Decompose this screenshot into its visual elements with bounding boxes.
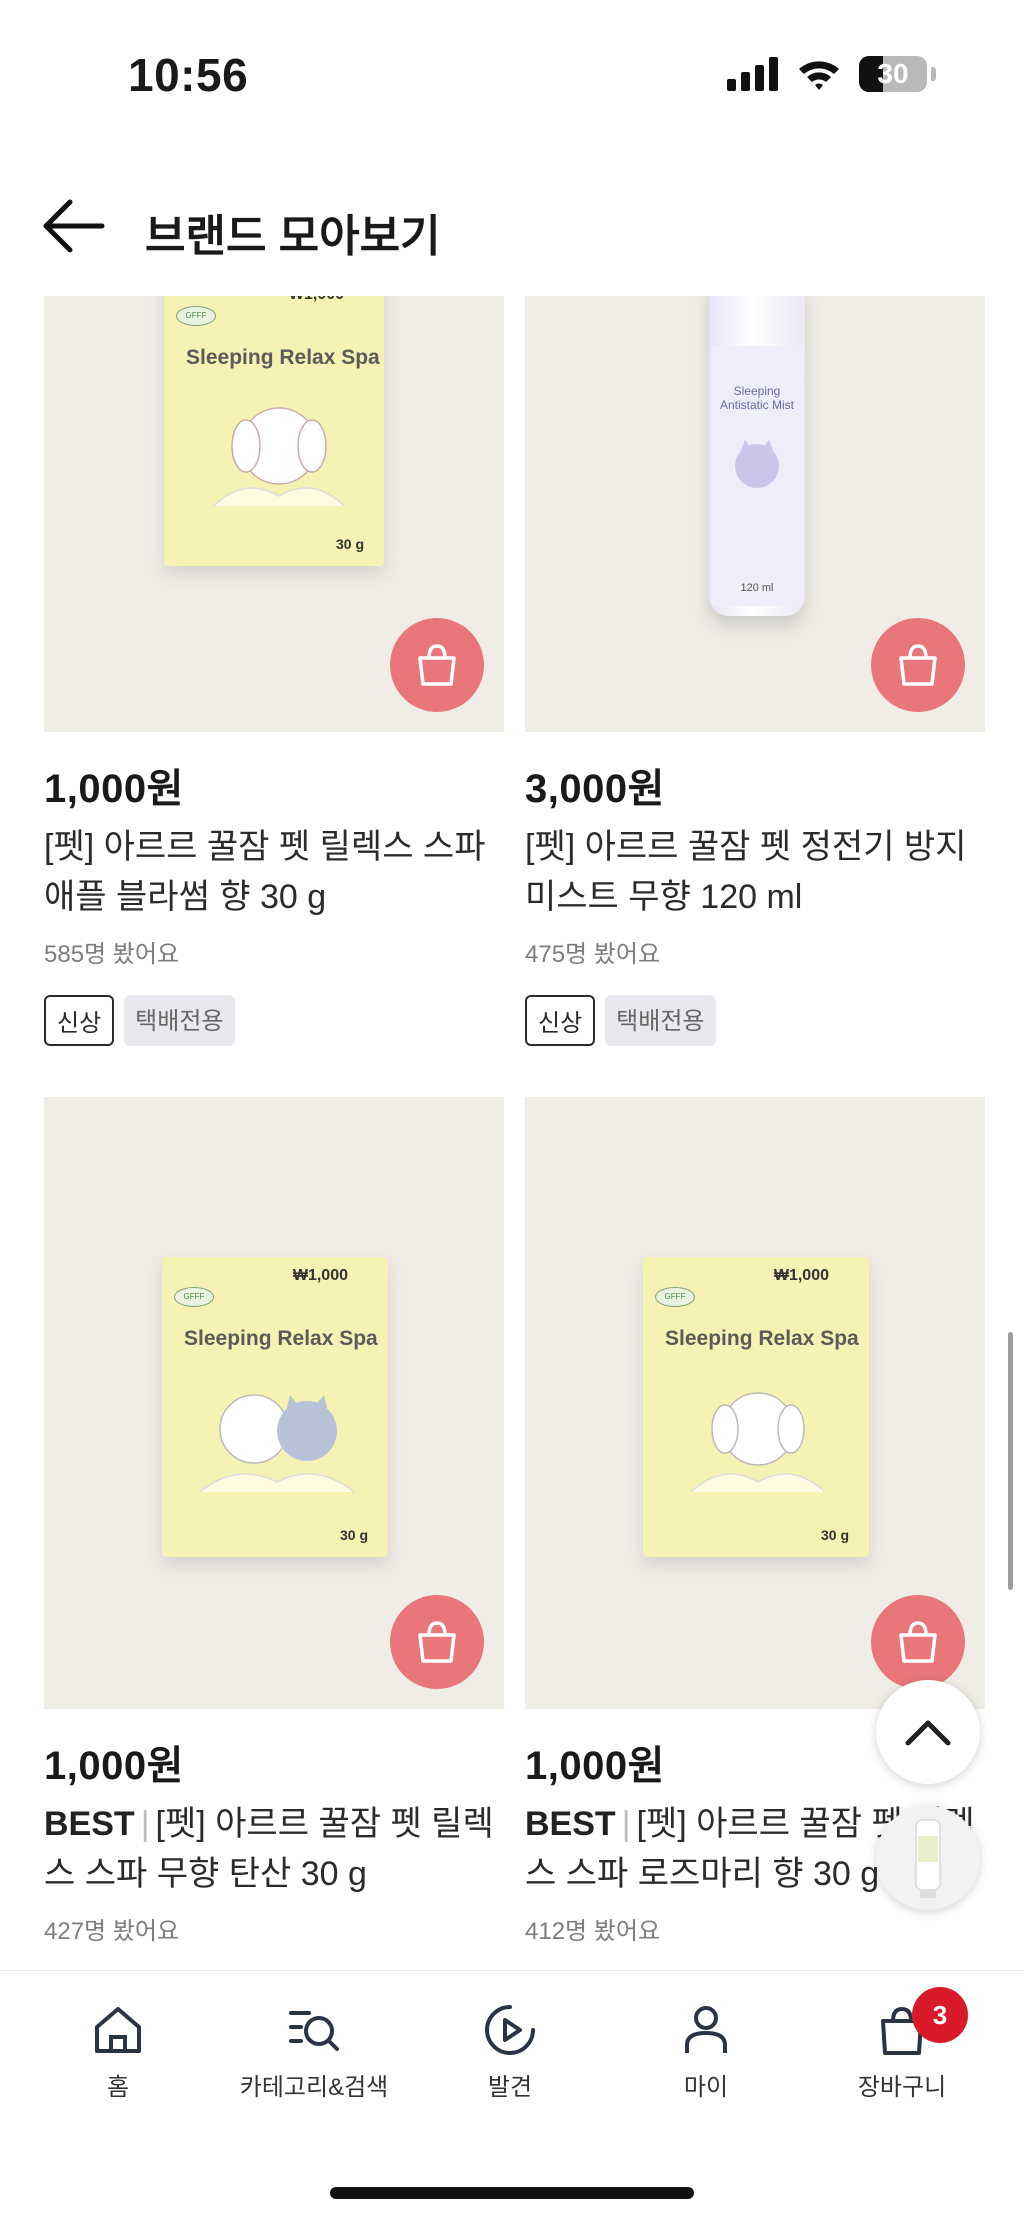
product-tags: 신상 택배전용 xyxy=(525,995,985,1046)
cart-count-badge: 3 xyxy=(912,1987,968,2043)
product-card[interactable]: ₩1,000 GFFF Sleeping Relax Spa 30 g 1,00… xyxy=(44,296,504,1046)
puppy-illustration xyxy=(213,407,345,507)
product-grid: ₩1,000 GFFF Sleeping Relax Spa 30 g 1,00… xyxy=(0,296,1024,1970)
person-icon xyxy=(685,2006,727,2053)
chevron-up-icon xyxy=(905,1720,951,1746)
cat-illustration xyxy=(735,440,779,488)
product-card[interactable]: Sleeping Antistatic Mist 120 ml 3,000원 [… xyxy=(525,296,985,1046)
view-count: 475명 봤어요 xyxy=(525,941,661,968)
tag-new: 신상 xyxy=(525,995,596,1046)
page-header: 브랜드 모아보기 xyxy=(0,150,1024,296)
battery-icon: 30 xyxy=(859,56,927,92)
nav-cart[interactable]: 장바구니 3 xyxy=(812,1987,992,2102)
shopping-bag-icon xyxy=(418,1621,456,1663)
wifi-icon xyxy=(799,61,839,90)
product-image[interactable]: ₩1,000 GFFF Sleeping Relax Spa 30 g xyxy=(44,1097,504,1709)
puppy-cat-illustration xyxy=(199,1394,355,1493)
product-bottle: Sleeping Antistatic Mist 120 ml xyxy=(709,296,805,616)
product-name[interactable]: [펫] 아르르 꿀잠 펫 정전기 방지 미스트 무향 120 ml xyxy=(525,822,985,922)
page-title: 브랜드 모아보기 xyxy=(145,212,441,261)
product-package: ₩1,000 GFFF Sleeping Relax Spa 30 g xyxy=(643,1257,869,1557)
product-price: 1,000원 xyxy=(44,1744,184,1788)
product-price: 1,000원 xyxy=(44,767,184,811)
category-search-icon xyxy=(289,2011,339,2051)
add-to-cart-button[interactable] xyxy=(871,618,965,712)
nav-home[interactable]: 홈 xyxy=(28,2001,208,2102)
play-discover-icon xyxy=(485,2005,535,2055)
tag-delivery: 택배전용 xyxy=(605,995,716,1046)
add-to-cart-button[interactable] xyxy=(390,1595,484,1689)
add-to-cart-button[interactable] xyxy=(871,1595,965,1689)
product-image[interactable]: ₩1,000 GFFF Sleeping Relax Spa 30 g xyxy=(44,296,504,732)
recent-product-thumbnail[interactable] xyxy=(876,1806,980,1910)
product-card[interactable]: ₩1,000 GFFF Sleeping Relax Spa 30 g 1,00… xyxy=(44,1097,504,1946)
status-bar: 10:56 30 xyxy=(0,0,1024,150)
view-count: 585명 봤어요 xyxy=(44,941,180,968)
product-package: ₩1,000 GFFF Sleeping Relax Spa 30 g xyxy=(162,1257,388,1557)
shopping-bag-icon xyxy=(899,1621,937,1663)
product-tags: 신상 택배전용 xyxy=(44,995,504,1046)
nav-discover[interactable]: 발견 xyxy=(420,2001,600,2102)
tag-delivery: 택배전용 xyxy=(124,995,235,1046)
battery-level: 30 xyxy=(877,58,909,89)
bottom-navigation: 홈 카테고리&검색 발견 마이 장바구니 3 xyxy=(0,1970,1024,2220)
tube-product-image xyxy=(915,1819,941,1898)
tag-new: 신상 xyxy=(44,995,115,1046)
product-name[interactable]: BEST | [펫] 아르르 꿀잠 펫 릴렉스 스파 무향 탄산 30 g xyxy=(44,1799,504,1899)
nav-category-search[interactable]: 카테고리&검색 xyxy=(224,2001,404,2102)
nav-my[interactable]: 마이 xyxy=(616,2001,796,2102)
cellular-signal-icon xyxy=(727,57,778,91)
view-count: 412명 봤어요 xyxy=(525,1918,661,1945)
scrollbar[interactable] xyxy=(1008,1332,1013,1590)
best-label: BEST xyxy=(525,1805,616,1843)
status-icons: 30 xyxy=(727,56,936,92)
product-name[interactable]: [펫] 아르르 꿀잠 펫 릴렉스 스파 애플 블라썸 향 30 g xyxy=(44,822,504,922)
back-arrow-icon[interactable] xyxy=(40,196,106,256)
product-price: 3,000원 xyxy=(525,767,665,811)
shopping-bag-icon xyxy=(899,644,937,686)
view-count: 427명 봤어요 xyxy=(44,1918,180,1945)
puppy-illustration xyxy=(690,1392,826,1493)
home-icon xyxy=(95,2007,141,2053)
product-image[interactable]: ₩1,000 GFFF Sleeping Relax Spa 30 g xyxy=(525,1097,985,1709)
product-package: ₩1,000 GFFF Sleeping Relax Spa 30 g xyxy=(164,296,384,566)
status-time: 10:56 xyxy=(128,49,249,101)
scroll-to-top-button[interactable] xyxy=(876,1680,980,1784)
home-indicator[interactable] xyxy=(330,2187,694,2199)
product-image[interactable]: Sleeping Antistatic Mist 120 ml xyxy=(525,296,985,732)
best-label: BEST xyxy=(44,1805,135,1843)
shopping-bag-icon xyxy=(418,644,456,686)
add-to-cart-button[interactable] xyxy=(390,618,484,712)
